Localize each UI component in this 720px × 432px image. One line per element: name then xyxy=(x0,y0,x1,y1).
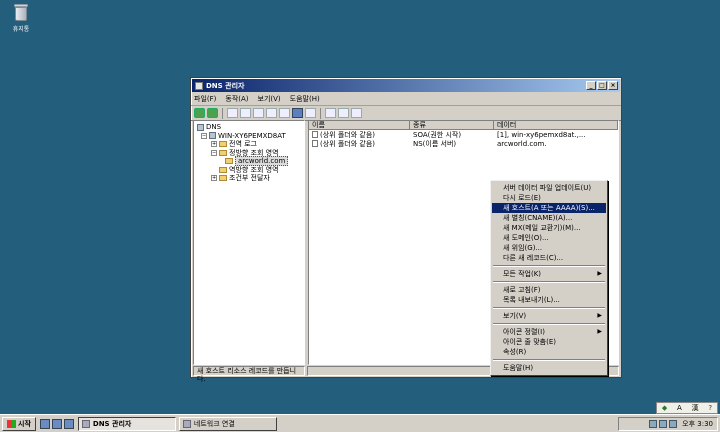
up-folder-icon[interactable] xyxy=(227,108,238,118)
console-tree: DNS − WIN-XY6PEMXD8AT + 전역 로그 − 정방향 조회 영역 a… xyxy=(193,120,305,365)
ime-mode-hanja[interactable]: 漢 xyxy=(692,403,699,413)
menu-item-new-delegation[interactable]: 새 위임(G)... xyxy=(492,243,606,253)
network-icon xyxy=(182,419,191,428)
recycle-bin-icon xyxy=(13,2,29,22)
menu-item-export-list[interactable]: 목록 내보내기(L)... xyxy=(492,295,606,305)
show-tree-icon[interactable] xyxy=(240,108,251,118)
explorer-icon[interactable] xyxy=(63,418,74,429)
ime-icon[interactable]: ◆ xyxy=(662,404,667,412)
toolbar-separator xyxy=(222,107,223,119)
details-icon[interactable] xyxy=(305,108,316,118)
menu-view[interactable]: 보기(V) xyxy=(258,94,281,104)
menu-item-arrange-icons[interactable]: 아이콘 정렬(I) ▶ xyxy=(492,327,606,337)
close-button[interactable]: × xyxy=(608,81,618,90)
forward-icon[interactable] xyxy=(207,108,218,118)
ime-mode-alpha[interactable]: A xyxy=(677,404,682,412)
windows-logo-icon xyxy=(7,419,16,428)
zone-icon xyxy=(225,158,233,165)
minimize-button[interactable]: _ xyxy=(586,81,596,90)
dns-icon xyxy=(197,123,204,131)
server-icon xyxy=(209,132,216,140)
properties-icon[interactable] xyxy=(253,108,264,118)
dns-icon xyxy=(81,419,90,428)
toolbar xyxy=(191,106,621,121)
dns-app-icon xyxy=(195,81,203,90)
maximize-button[interactable]: □ xyxy=(597,81,607,90)
menu-item-new-domain[interactable]: 새 도메인(O)... xyxy=(492,233,606,243)
status-text: 새 호스트 리소스 레코드를 만듭니다. xyxy=(193,366,305,383)
submenu-arrow-icon: ▶ xyxy=(597,328,602,335)
export-list-icon[interactable] xyxy=(279,108,290,118)
taskbar: 시작 DNS 관리자 네트워크 연결 오후 3:30 xyxy=(0,414,720,432)
folder-icon xyxy=(219,149,227,156)
task-network-connections[interactable]: 네트워크 연결 xyxy=(178,416,277,431)
back-icon[interactable] xyxy=(194,108,205,118)
expand-icon[interactable]: + xyxy=(211,175,217,182)
recycle-bin-label: 휴지통 xyxy=(12,26,30,33)
context-menu: 서버 데이터 파일 업데이트(U) 다시 로드(E) 새 호스트(A 또는 AA… xyxy=(490,180,608,376)
record-icon xyxy=(312,140,318,147)
tree-item-conditional-forwarders[interactable]: + 조건부 전달자 xyxy=(197,174,304,183)
table-row[interactable]: (상위 폴더와 같음) NS(이름 서버) arcworld.com. xyxy=(309,139,618,148)
menu-item-help[interactable]: 도움말(H) xyxy=(492,363,606,373)
volume-icon[interactable] xyxy=(659,420,668,428)
clock-icon[interactable] xyxy=(351,108,362,118)
refresh-icon[interactable] xyxy=(266,108,277,118)
record-icon xyxy=(312,131,318,138)
server-manager-icon[interactable] xyxy=(39,418,50,429)
menu-action[interactable]: 동작(A) xyxy=(225,94,248,104)
menu-help[interactable]: 도움말(H) xyxy=(290,94,320,104)
collapse-icon[interactable]: − xyxy=(211,149,217,156)
menu-separator xyxy=(493,307,605,309)
menu-item-other-records[interactable]: 다른 새 레코드(C)... xyxy=(492,253,606,263)
menu-item-reload[interactable]: 다시 로드(E) xyxy=(492,193,606,203)
menu-item-new-mx[interactable]: 새 MX(메일 교환기)(M)... xyxy=(492,223,606,233)
folder-icon xyxy=(219,175,227,182)
window-title: DNS 관리자 xyxy=(206,81,245,90)
system-tray: 오후 3:30 xyxy=(618,417,718,431)
collapse-icon[interactable]: − xyxy=(201,132,207,139)
column-data[interactable]: 데이터 xyxy=(494,121,618,130)
expand-icon[interactable]: + xyxy=(211,141,217,148)
menu-separator xyxy=(493,265,605,267)
folder-icon xyxy=(219,141,227,148)
title-bar[interactable]: DNS 관리자 _ □ × xyxy=(192,79,620,92)
menu-bar: 파일(F) 동작(A) 보기(V) 도움말(H) xyxy=(191,93,621,106)
menu-item-refresh[interactable]: 새로 고침(F) xyxy=(492,285,606,295)
action-center-icon[interactable] xyxy=(669,420,678,428)
menu-separator xyxy=(493,323,605,325)
record-icon[interactable] xyxy=(338,108,349,118)
tree-item-dns[interactable]: DNS xyxy=(197,123,304,132)
menu-item-view[interactable]: 보기(V) ▶ xyxy=(492,311,606,321)
menu-item-all-tasks[interactable]: 모든 작업(K) ▶ xyxy=(492,269,606,279)
menu-separator xyxy=(493,359,605,361)
network-tray-icon[interactable] xyxy=(649,420,658,428)
menu-item-line-up-icons[interactable]: 아이콘 줄 맞춤(E) xyxy=(492,337,606,347)
folder-icon xyxy=(219,166,227,173)
menu-separator xyxy=(493,281,605,283)
menu-item-new-host[interactable]: 새 호스트(A 또는 AAAA)(S)... xyxy=(492,203,606,213)
start-button[interactable]: 시작 xyxy=(2,416,36,431)
powershell-icon[interactable] xyxy=(51,418,62,429)
menu-item-new-alias[interactable]: 새 별칭(CNAME)(A)... xyxy=(492,213,606,223)
quick-launch xyxy=(39,418,74,429)
help-icon[interactable] xyxy=(292,108,303,118)
menu-file[interactable]: 파일(F) xyxy=(194,94,216,104)
menu-item-update-server-data[interactable]: 서버 데이터 파일 업데이트(U) xyxy=(492,183,606,193)
toolbar-separator xyxy=(320,107,321,119)
menu-item-properties[interactable]: 속성(R) xyxy=(492,347,606,357)
language-bar[interactable]: ◆ A 漢 ? xyxy=(656,402,718,414)
task-dns-manager[interactable]: DNS 관리자 xyxy=(77,416,176,431)
server-icon[interactable] xyxy=(325,108,336,118)
submenu-arrow-icon: ▶ xyxy=(597,312,602,319)
clock[interactable]: 오후 3:30 xyxy=(682,419,713,429)
submenu-arrow-icon: ▶ xyxy=(597,270,602,277)
help-icon[interactable]: ? xyxy=(708,404,712,412)
recycle-bin[interactable]: 휴지통 xyxy=(6,2,36,33)
